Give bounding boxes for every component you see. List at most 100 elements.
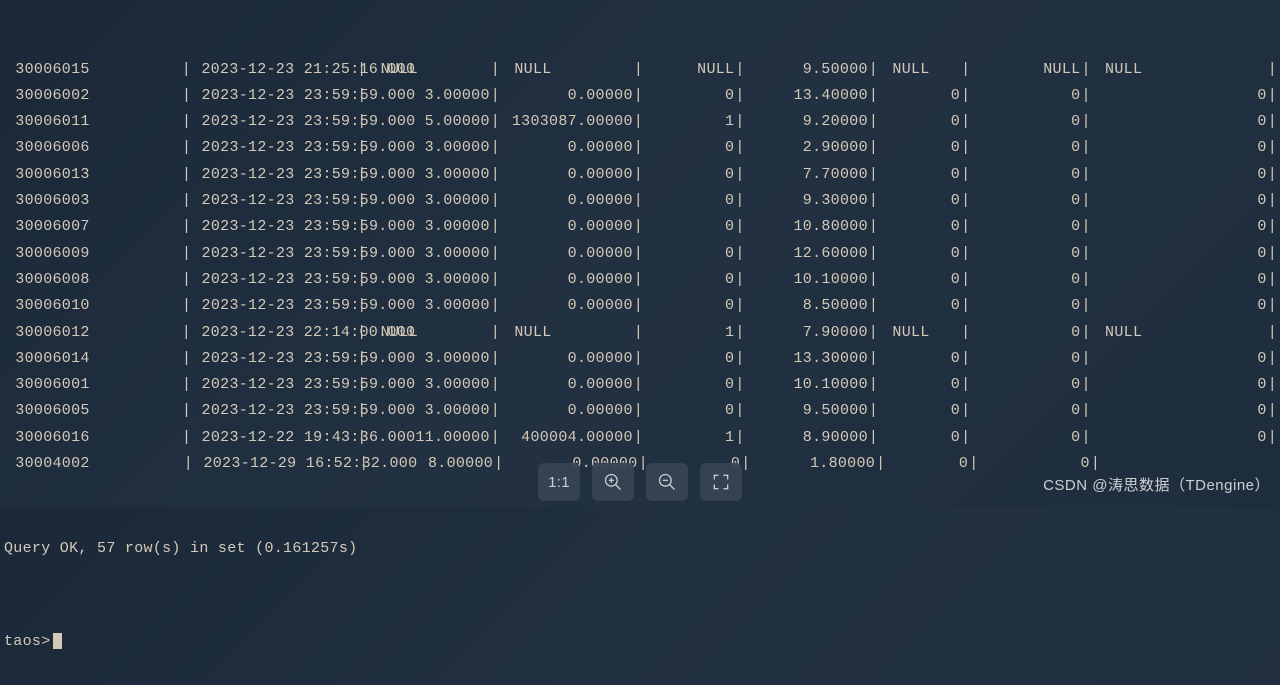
cell-c2: 0.00000 [501, 267, 633, 293]
cell-c7: 0 [1092, 293, 1267, 319]
cell-ts: 2023-12-23 23:59:59.000 [192, 135, 356, 161]
cell-c1: 3.00000 [368, 241, 490, 267]
cell-c4: 8.90000 [746, 425, 868, 451]
cell-id: 30006011 [2, 109, 181, 135]
cell-c2: 0.00000 [501, 398, 633, 424]
image-toolbar: 1:1 [538, 463, 742, 501]
cell-c5: 0 [879, 241, 960, 267]
cell-c3: 0 [644, 267, 734, 293]
cell-ts: 2023-12-23 23:59:59.000 [192, 293, 356, 319]
cell-c1: 8.00000 [370, 451, 494, 477]
cell-c7: 0 [1092, 162, 1267, 188]
cell-c6: 0 [971, 109, 1080, 135]
cell-c5: 0 [879, 293, 960, 319]
cell-c2: 0.00000 [501, 372, 633, 398]
cell-c3: 0 [644, 83, 734, 109]
cell-c3: 0 [644, 188, 734, 214]
cell-c5: 0 [879, 346, 960, 372]
cell-c7: 0 [1092, 267, 1267, 293]
cell-c1: 3.00000 [368, 372, 490, 398]
cell-id: 30006001 [2, 372, 181, 398]
cell-ts: 2023-12-23 21:25:16.000 [192, 57, 356, 83]
cell-c2: 0.00000 [501, 293, 633, 319]
cell-c4: 9.20000 [746, 109, 868, 135]
cell-c2: 0.00000 [501, 135, 633, 161]
cell-id: 30006009 [2, 241, 181, 267]
cell-c2: 0.00000 [501, 188, 633, 214]
cell-c7: 0 [1092, 214, 1267, 240]
cell-c6: 0 [971, 162, 1080, 188]
cell-c4: 1.80000 [752, 451, 876, 477]
cell-c6: 0 [971, 241, 1080, 267]
table-row: 30006015| 2023-12-23 21:25:16.000| NULL|… [2, 57, 1278, 83]
cell-c4: 8.50000 [746, 293, 868, 319]
cell-ts: 2023-12-23 23:59:59.000 [192, 188, 356, 214]
prompt-line[interactable]: taos> [2, 629, 1278, 655]
table-row: 30006005| 2023-12-23 23:59:59.000|3.0000… [2, 398, 1278, 424]
cell-c7: 0 [1092, 241, 1267, 267]
terminal-output: 30006015| 2023-12-23 21:25:16.000| NULL|… [0, 0, 1280, 685]
cell-c3: 0 [644, 214, 734, 240]
cell-ts: 2023-12-23 23:59:59.000 [192, 346, 356, 372]
table-row: 30006012| 2023-12-23 22:14:00.000| NULL|… [2, 320, 1278, 346]
cell-c1: 3.00000 [368, 214, 490, 240]
cell-id: 30006012 [2, 320, 181, 346]
zoom-ratio-label: 1:1 [548, 474, 570, 491]
cell-c6: 0 [971, 346, 1080, 372]
zoom-in-button[interactable] [592, 463, 634, 501]
fullscreen-button[interactable] [700, 463, 742, 501]
cell-c5: 0 [879, 135, 960, 161]
zoom-ratio-button[interactable]: 1:1 [538, 463, 580, 501]
cell-c7: 0 [1092, 425, 1267, 451]
cell-c5: 0 [879, 425, 960, 451]
cell-c5: 0 [887, 451, 969, 477]
cell-c2: 0.00000 [501, 214, 633, 240]
cell-c6: 0 [971, 135, 1080, 161]
cell-c7: 0 [1092, 346, 1267, 372]
cell-c4: 13.30000 [746, 346, 868, 372]
cell-c5: 0 [879, 188, 960, 214]
zoom-out-icon [657, 472, 677, 492]
cell-c4: 10.10000 [746, 267, 868, 293]
cell-c2: NULL [501, 57, 633, 83]
table-row: 30006002| 2023-12-23 23:59:59.000|3.0000… [2, 83, 1278, 109]
cell-c4: 13.40000 [746, 83, 868, 109]
cell-c4: 2.90000 [746, 135, 868, 161]
query-status: Query OK, 57 row(s) in set (0.161257s) [2, 536, 1278, 562]
cell-c7: 0 [1092, 188, 1267, 214]
cell-c7: 0 [1092, 109, 1267, 135]
table-row: 30006003| 2023-12-23 23:59:59.000|3.0000… [2, 188, 1278, 214]
cell-c1: 3.00000 [368, 162, 490, 188]
cell-c3: 0 [644, 346, 734, 372]
cell-c6: 0 [971, 293, 1080, 319]
cell-c6: 0 [971, 188, 1080, 214]
cell-c3: 1 [644, 320, 734, 346]
cell-c2: NULL [501, 320, 633, 346]
cell-c7: 0 [1092, 83, 1267, 109]
cell-c4: 10.80000 [746, 214, 868, 240]
cell-c5: 0 [879, 162, 960, 188]
cursor-icon [53, 633, 62, 649]
cell-c5: 0 [879, 372, 960, 398]
zoom-out-button[interactable] [646, 463, 688, 501]
table-row: 30006010| 2023-12-23 23:59:59.000|3.0000… [2, 293, 1278, 319]
watermark: CSDN @涛思数据（TDengine） [1043, 474, 1270, 495]
fullscreen-icon [711, 472, 731, 492]
cell-ts: 2023-12-29 16:52:32.000 [194, 451, 358, 477]
cell-c6: 0 [971, 398, 1080, 424]
cell-c4: 9.30000 [746, 188, 868, 214]
cell-c6: 0 [971, 83, 1080, 109]
cell-c4: 10.10000 [746, 372, 868, 398]
cell-c2: 0.00000 [501, 162, 633, 188]
cell-c4: 9.50000 [746, 398, 868, 424]
cell-ts: 2023-12-23 23:59:59.000 [192, 241, 356, 267]
cell-id: 30006015 [2, 57, 181, 83]
cell-c1: 3.00000 [368, 267, 490, 293]
cell-c3: NULL [644, 57, 734, 83]
cell-c3: 0 [644, 241, 734, 267]
cell-c7: 0 [1092, 135, 1267, 161]
cell-ts: 2023-12-23 23:59:59.000 [192, 267, 356, 293]
table-row: 30006011| 2023-12-23 23:59:59.000|5.0000… [2, 109, 1278, 135]
table-row: 30006001| 2023-12-23 23:59:59.000|3.0000… [2, 372, 1278, 398]
cell-c7: 0 [1092, 398, 1267, 424]
